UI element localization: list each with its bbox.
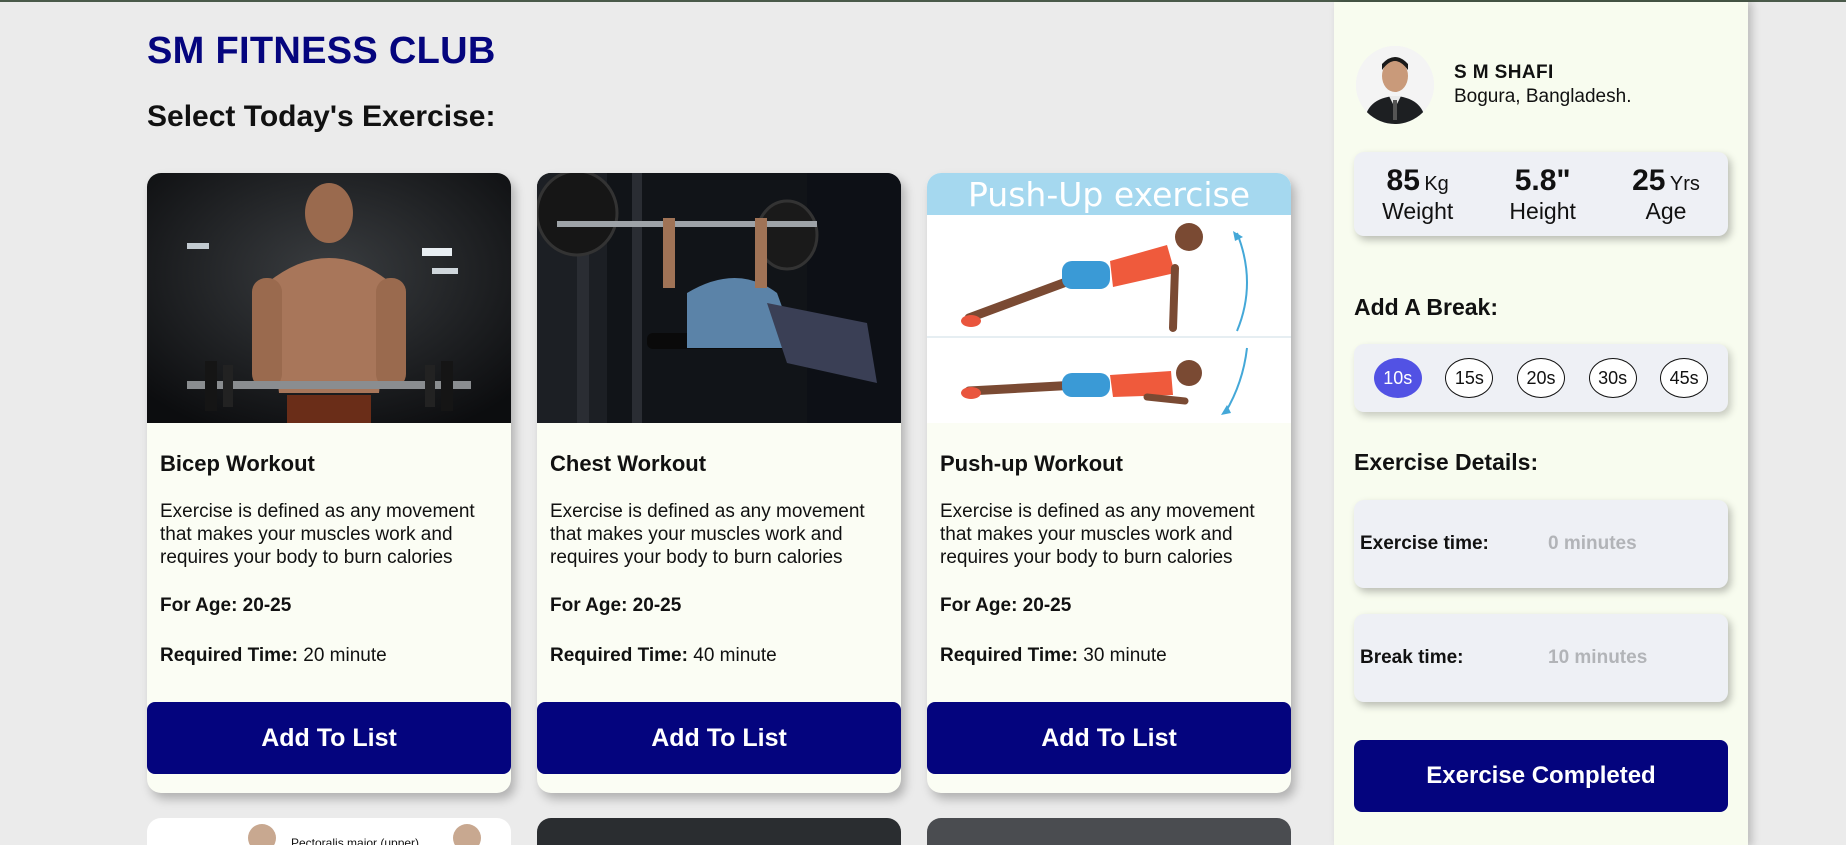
required-time-label: Required Time:	[940, 645, 1078, 666]
stat-unit: Yrs	[1669, 172, 1700, 195]
exercise-name: Bicep Workout	[160, 451, 315, 476]
add-to-list-button[interactable]: Add To List	[147, 702, 511, 774]
break-options: 10s 15s 20s 30s 45s	[1354, 344, 1728, 412]
break-option-30s[interactable]: 30s	[1588, 358, 1637, 398]
stat-age: 25 Yrs Age	[1632, 164, 1700, 225]
required-time-value: 20 minute	[297, 645, 387, 666]
stat-value: 85	[1386, 163, 1420, 197]
chest-workout-image	[537, 173, 901, 423]
break-time-box: Break time: 10 minutes	[1354, 614, 1728, 702]
avatar	[1356, 46, 1434, 124]
pushup-image-caption: Push-Up exercise	[967, 175, 1251, 214]
required-time-label: Required Time:	[160, 645, 298, 666]
stat-value: 5.8"	[1514, 163, 1571, 197]
break-option-45s[interactable]: 45s	[1660, 358, 1709, 398]
break-option-20s[interactable]: 20s	[1516, 358, 1565, 398]
exercise-name: Push-up Workout	[940, 451, 1123, 476]
stat-label: Height	[1509, 197, 1576, 224]
exercise-card-peek	[927, 818, 1291, 845]
exercise-required-time: Required Time: 30 minute	[940, 645, 1278, 667]
add-to-list-button[interactable]: Add To List	[927, 702, 1291, 774]
add-to-list-button[interactable]: Add To List	[537, 702, 901, 774]
break-option-15s[interactable]: 15s	[1445, 358, 1494, 398]
stat-label: Age	[1645, 197, 1687, 224]
profile-name: S M SHAFI	[1454, 62, 1554, 83]
exercise-age: For Age: 20-25	[940, 595, 1072, 616]
stat-unit: Kg	[1424, 172, 1449, 195]
break-time-value: 10 minutes	[1548, 647, 1648, 668]
profile: S M SHAFI Bogura, Bangladesh.	[1356, 46, 1631, 124]
exercise-age: For Age: 20-25	[550, 595, 682, 616]
exercise-cards: Bicep Workout Exercise is defined as any…	[147, 173, 1291, 793]
break-time-label: Break time:	[1360, 647, 1464, 668]
exercise-card-chest: Chest Workout Exercise is defined as any…	[537, 173, 901, 793]
exercise-completed-button[interactable]: Exercise Completed	[1354, 740, 1728, 812]
exercise-required-time: Required Time: 20 minute	[160, 645, 498, 667]
exercise-name: Chest Workout	[550, 451, 707, 476]
exercise-age: For Age: 20-25	[160, 595, 292, 616]
site-title: SM FITNESS CLUB	[147, 30, 496, 72]
exercise-time-label: Exercise time:	[1360, 533, 1489, 554]
profile-location: Bogura, Bangladesh.	[1454, 86, 1632, 107]
required-time-value: 30 minute	[1077, 645, 1167, 666]
stat-height: 5.8" Height	[1509, 164, 1575, 225]
exercise-cards-next-row: Pectoralis major (upper)	[147, 818, 1291, 845]
break-option-10s[interactable]: 10s	[1373, 358, 1422, 398]
exercise-description: Exercise is defined as any movement that…	[160, 501, 475, 568]
exercise-description: Exercise is defined as any movement that…	[940, 501, 1255, 568]
page-subtitle: Select Today's Exercise:	[147, 100, 496, 133]
stat-value: 25	[1632, 163, 1666, 197]
exercise-required-time: Required Time: 40 minute	[550, 645, 888, 667]
peek-caption: Pectoralis major (upper)	[291, 836, 420, 845]
exercise-card-peek: Pectoralis major (upper)	[147, 818, 511, 845]
pushup-workout-image: Push-Up exercise	[927, 173, 1291, 423]
exercise-time-value: 0 minutes	[1548, 533, 1637, 554]
stat-label: Weight	[1382, 197, 1454, 224]
required-time-label: Required Time:	[550, 645, 688, 666]
required-time-value: 40 minute	[687, 645, 777, 666]
sidebar: S M SHAFI Bogura, Bangladesh. 85 Kg Weig…	[1334, 2, 1748, 845]
exercise-time-box: Exercise time: 0 minutes	[1354, 500, 1728, 588]
exercise-description: Exercise is defined as any movement that…	[550, 501, 865, 568]
details-heading: Exercise Details:	[1354, 449, 1539, 475]
stat-weight: 85 Kg Weight	[1382, 164, 1453, 225]
break-heading: Add A Break:	[1354, 294, 1498, 320]
bicep-workout-image	[147, 173, 511, 423]
exercise-card-peek	[537, 818, 901, 845]
body-stats: 85 Kg Weight 5.8" Height 25 Yrs Age	[1354, 152, 1728, 236]
exercise-card-pushup: Push-Up exercise Push-up Workout Exercis…	[927, 173, 1291, 793]
exercise-card-bicep: Bicep Workout Exercise is defined as any…	[147, 173, 511, 793]
